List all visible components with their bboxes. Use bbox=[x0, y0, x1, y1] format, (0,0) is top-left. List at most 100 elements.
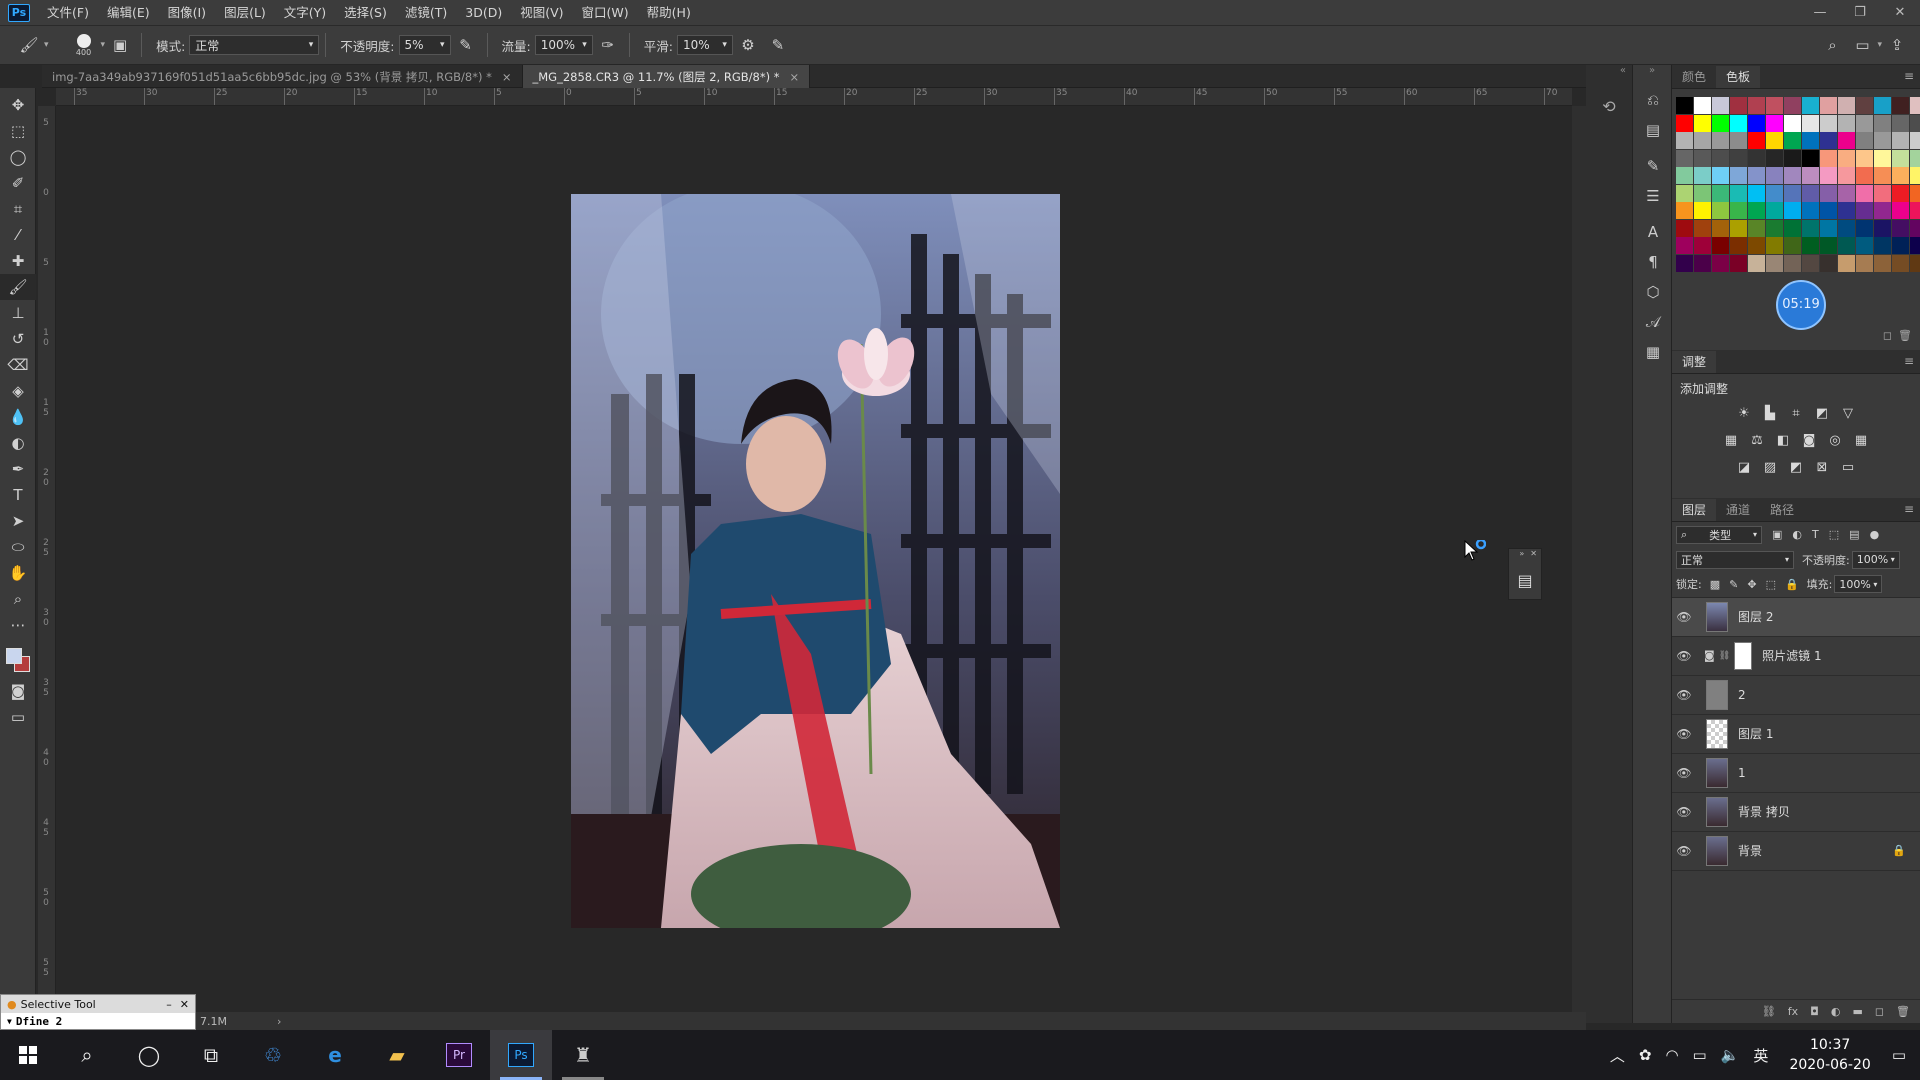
color-swatch[interactable] bbox=[1784, 132, 1801, 149]
tab-adjustments[interactable]: 调整 bbox=[1672, 350, 1717, 373]
color-swatch[interactable] bbox=[1748, 114, 1765, 132]
panel-menu-icon[interactable]: ≡ bbox=[1904, 69, 1914, 83]
ime-indicator[interactable]: 英 bbox=[1753, 1045, 1768, 1066]
eye-icon[interactable]: 👁 bbox=[1672, 766, 1696, 780]
color-swatch[interactable] bbox=[1856, 132, 1873, 149]
color-swatch[interactable] bbox=[1874, 132, 1891, 149]
layer-row[interactable]: 👁 2 bbox=[1672, 676, 1920, 715]
color-swatch[interactable] bbox=[1712, 149, 1729, 167]
clock[interactable]: 10:37 2020-06-20 bbox=[1789, 1035, 1870, 1075]
color-swatch[interactable] bbox=[1766, 132, 1783, 149]
color-swatch[interactable] bbox=[1838, 219, 1855, 237]
color-swatch[interactable] bbox=[1748, 97, 1765, 114]
color-swatch[interactable] bbox=[1712, 114, 1729, 132]
color-swatch[interactable] bbox=[1784, 237, 1801, 254]
move-tool-icon[interactable]: ✥ bbox=[0, 92, 36, 118]
menu-type[interactable]: 文字(Y) bbox=[275, 0, 335, 25]
lasso-tool-icon[interactable]: ◯ bbox=[0, 144, 36, 170]
panel-menu-icon[interactable]: ≡ bbox=[1904, 354, 1914, 368]
character-panel-icon[interactable]: A bbox=[1633, 217, 1673, 247]
color-swatch[interactable] bbox=[1730, 202, 1747, 219]
menu-file[interactable]: 文件(F) bbox=[38, 0, 98, 25]
workspace-icon[interactable]: ▭ bbox=[1851, 34, 1873, 56]
panel-menu-icon[interactable]: ≡ bbox=[1904, 502, 1914, 516]
color-swatch[interactable] bbox=[1766, 149, 1783, 167]
color-swatch[interactable] bbox=[1748, 237, 1765, 254]
color-swatch[interactable] bbox=[1730, 167, 1747, 184]
search-icon[interactable]: ⌕ bbox=[1821, 34, 1843, 56]
color-swatch[interactable] bbox=[1910, 97, 1920, 114]
task-view-icon[interactable]: ⧉ bbox=[180, 1030, 242, 1080]
vibrance-icon[interactable]: ▽ bbox=[1839, 405, 1857, 423]
new-adjustment-icon[interactable]: ◐ bbox=[1831, 1005, 1841, 1018]
premiere-icon[interactable]: Pr bbox=[428, 1030, 490, 1080]
filter-adjust-icon[interactable]: ◐ bbox=[1792, 528, 1802, 541]
color-swatch[interactable] bbox=[1892, 202, 1909, 219]
tab-channels[interactable]: 通道 bbox=[1716, 499, 1760, 521]
brush-preset-picker[interactable]: 400 bbox=[67, 33, 101, 57]
color-swatch[interactable] bbox=[1892, 237, 1909, 254]
menu-window[interactable]: 窗口(W) bbox=[573, 0, 638, 25]
menu-layer[interactable]: 图层(L) bbox=[215, 0, 275, 25]
color-swatch[interactable] bbox=[1712, 167, 1729, 184]
color-swatch[interactable] bbox=[1784, 167, 1801, 184]
battery-icon[interactable]: ▭ bbox=[1693, 1046, 1707, 1064]
color-swatches[interactable] bbox=[0, 638, 35, 678]
expand-icon[interactable]: » bbox=[1633, 65, 1671, 85]
color-swatch[interactable] bbox=[1856, 114, 1873, 132]
color-swatch[interactable] bbox=[1874, 237, 1891, 254]
color-swatch[interactable] bbox=[1766, 97, 1783, 114]
color-swatch[interactable] bbox=[1802, 132, 1819, 149]
search-icon[interactable]: ⌕ bbox=[56, 1030, 118, 1080]
color-swatch[interactable] bbox=[1892, 254, 1909, 272]
layer-opacity-field[interactable]: 100% ▾ bbox=[1851, 550, 1900, 569]
screen-mode-icon[interactable]: ▭ bbox=[0, 704, 36, 730]
color-swatch[interactable] bbox=[1676, 254, 1693, 272]
color-swatch[interactable] bbox=[1856, 97, 1873, 114]
color-swatch[interactable] bbox=[1856, 219, 1873, 237]
color-swatch[interactable] bbox=[1748, 132, 1765, 149]
cortana-icon[interactable]: ◯ bbox=[118, 1030, 180, 1080]
tab-paths[interactable]: 路径 bbox=[1760, 499, 1804, 521]
color-swatch[interactable] bbox=[1874, 219, 1891, 237]
color-swatch[interactable] bbox=[1712, 202, 1729, 219]
color-swatch[interactable] bbox=[1820, 184, 1837, 202]
properties-icon[interactable]: ▤ bbox=[1509, 561, 1541, 599]
color-swatch[interactable] bbox=[1838, 149, 1855, 167]
color-swatch[interactable] bbox=[1748, 167, 1765, 184]
tab-layers[interactable]: 图层 bbox=[1672, 498, 1717, 521]
brush-tool-icon[interactable]: 🖌 bbox=[18, 34, 40, 56]
zoom-tool-icon[interactable]: ⌕ bbox=[0, 586, 36, 612]
color-swatch[interactable] bbox=[1910, 237, 1920, 254]
shape-tool-icon[interactable]: ⬭ bbox=[0, 534, 36, 560]
color-swatch[interactable] bbox=[1676, 167, 1693, 184]
color-swatch[interactable] bbox=[1766, 254, 1783, 272]
color-swatch[interactable] bbox=[1892, 97, 1909, 114]
trash-icon[interactable]: 🗑 bbox=[1896, 1005, 1910, 1018]
properties-panel-icon[interactable]: ▤ bbox=[1633, 115, 1673, 145]
photo-filter-icon[interactable]: ◙ bbox=[1800, 432, 1818, 450]
share-icon[interactable]: ⇪ bbox=[1886, 34, 1908, 56]
color-swatch[interactable] bbox=[1712, 219, 1729, 237]
minimize-icon[interactable]: — bbox=[1800, 0, 1840, 25]
vertical-scrollbar[interactable] bbox=[1572, 106, 1586, 1018]
layer-row[interactable]: 👁 图层 2 bbox=[1672, 597, 1920, 637]
color-swatch[interactable] bbox=[1856, 237, 1873, 254]
color-swatch[interactable] bbox=[1766, 219, 1783, 237]
color-swatch[interactable] bbox=[1766, 184, 1783, 202]
color-swatch[interactable] bbox=[1802, 114, 1819, 132]
color-swatch[interactable] bbox=[1802, 254, 1819, 272]
color-swatch[interactable] bbox=[1874, 184, 1891, 202]
color-swatch[interactable] bbox=[1712, 237, 1729, 254]
color-swatch[interactable] bbox=[1820, 114, 1837, 132]
brush-settings-panel-icon[interactable]: ☰ bbox=[1633, 181, 1673, 211]
close-icon[interactable]: × bbox=[502, 70, 512, 84]
more-tools-icon[interactable]: ⋯ bbox=[0, 612, 36, 638]
color-swatch[interactable] bbox=[1694, 184, 1711, 202]
paint-bucket-tool-icon[interactable]: ◈ bbox=[0, 378, 36, 404]
menu-select[interactable]: 选择(S) bbox=[335, 0, 396, 25]
exposure-icon[interactable]: ◩ bbox=[1813, 405, 1831, 423]
color-swatch[interactable] bbox=[1856, 167, 1873, 184]
color-swatch[interactable] bbox=[1748, 254, 1765, 272]
color-swatch[interactable] bbox=[1766, 114, 1783, 132]
